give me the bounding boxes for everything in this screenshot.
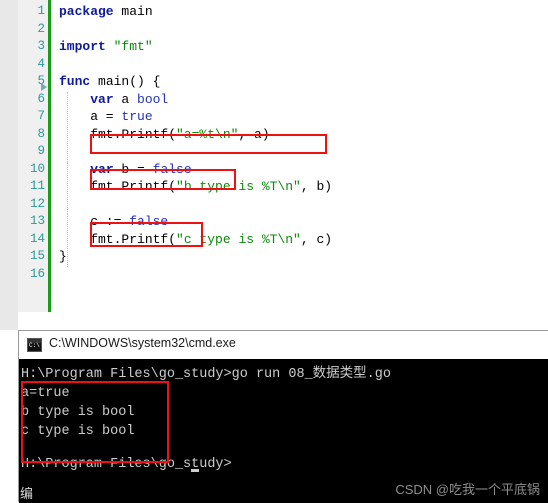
line-number-10[interactable]: 10 <box>19 161 45 179</box>
cmd-console-window: C:\ C:\WINDOWS\system32\cmd.exe H:\Progr… <box>18 330 548 503</box>
code-token: func <box>59 74 91 89</box>
console-cursor <box>191 469 199 472</box>
console-titlebar[interactable]: C:\ C:\WINDOWS\system32\cmd.exe <box>19 331 548 359</box>
line-number-3[interactable]: 3 <box>19 38 45 56</box>
code-line-6[interactable]: var a bool <box>59 91 168 109</box>
line-number-13[interactable]: 13 <box>19 213 45 231</box>
indent-guide <box>67 214 69 267</box>
line-number-11[interactable]: 11 <box>19 178 45 196</box>
annotation-box-c-short <box>90 222 203 247</box>
code-token: main() { <box>90 74 161 89</box>
code-token: , b) <box>300 179 333 194</box>
line-number-14[interactable]: 14 <box>19 231 45 249</box>
code-token: import <box>59 39 106 54</box>
code-line-1[interactable]: package main <box>59 3 153 21</box>
code-token: , c) <box>300 231 333 247</box>
code-editor-window: 1 2 3 4 5 6 7 8 9 10 11 12 13 14 15 16 package main impo… <box>0 0 548 330</box>
annotation-box-var-b <box>90 169 236 190</box>
code-token: package <box>59 4 114 19</box>
indent-guide <box>67 91 69 162</box>
cmd-icon-label: C:\ <box>29 342 40 349</box>
code-token: a <box>113 91 138 107</box>
code-token: "fmt" <box>113 39 153 54</box>
line-number-12[interactable]: 12 <box>19 196 45 214</box>
indent-guide <box>67 161 69 214</box>
line-number-15[interactable]: 15 <box>19 248 45 266</box>
desktop-left-strip <box>0 330 18 502</box>
line-number-6[interactable]: 6 <box>19 91 45 109</box>
line-number-16[interactable]: 16 <box>19 266 45 284</box>
editor-gutter[interactable]: 1 2 3 4 5 6 7 8 9 10 11 12 13 14 15 16 <box>18 0 48 312</box>
line-number-4[interactable]: 4 <box>19 56 45 74</box>
code-text-area[interactable]: package main import "fmt" func main() { va… <box>51 0 548 330</box>
annotation-box-console-output <box>21 381 169 463</box>
console-title: C:\WINDOWS\system32\cmd.exe <box>49 336 236 350</box>
annotation-box-printf-a <box>90 134 327 154</box>
line-number-9[interactable]: 9 <box>19 143 45 161</box>
cmd-icon: C:\ <box>27 338 42 352</box>
code-line-5[interactable]: func main() { <box>59 73 160 91</box>
line-number-1[interactable]: 1 <box>19 3 45 21</box>
code-token: bool <box>137 91 169 107</box>
editor-left-margin <box>0 0 18 330</box>
code-token: true <box>121 109 153 124</box>
line-number-7[interactable]: 7 <box>19 108 45 126</box>
csdn-watermark: CSDN @吃我一个平底锅 <box>395 482 540 497</box>
line-number-8[interactable]: 8 <box>19 126 45 144</box>
code-line-7[interactable]: a = true <box>59 108 153 126</box>
code-token: main <box>113 4 153 19</box>
code-token: var <box>90 91 114 107</box>
code-line-3[interactable]: import "fmt" <box>59 38 153 56</box>
code-token: } <box>59 249 67 264</box>
taskbar-ime-glyph: 编 <box>20 486 34 501</box>
line-number-2[interactable]: 2 <box>19 21 45 39</box>
code-fold-triangle-icon[interactable] <box>41 83 47 91</box>
code-line-15[interactable]: } <box>59 248 67 266</box>
